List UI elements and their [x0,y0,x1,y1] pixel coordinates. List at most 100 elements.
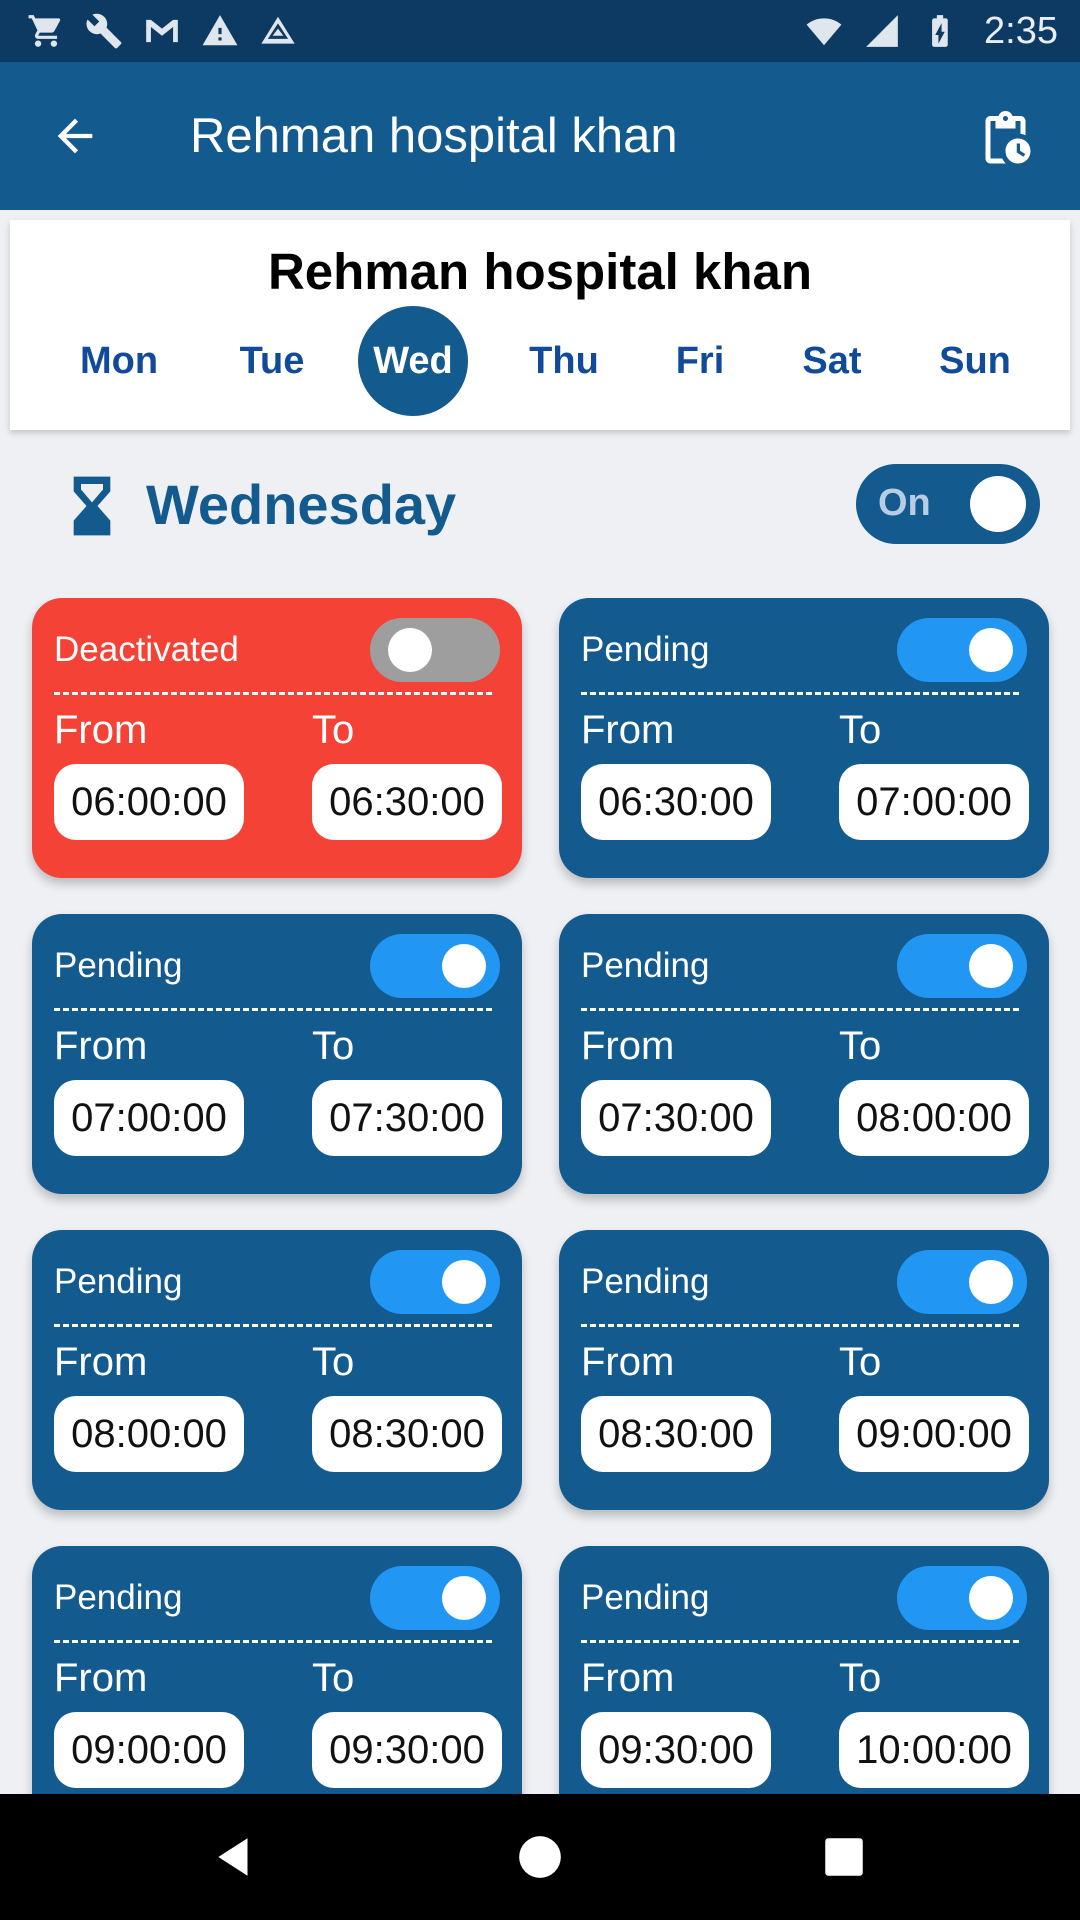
slot-status: Pending [581,630,710,669]
hourglass-icon [70,476,114,536]
time-slot-card[interactable]: Pending From To 08:00:00 08:30:00 [32,1230,522,1510]
to-time-field[interactable]: 07:30:00 [312,1080,502,1156]
slot-toggle[interactable] [370,1566,500,1630]
slot-toggle-knob [969,944,1013,988]
signal-icon [862,11,902,51]
status-right-icons: 2:35 [804,10,1058,53]
dashed-divider [581,1324,1019,1327]
from-time-field[interactable]: 06:30:00 [581,764,771,840]
tab-tue[interactable]: Tue [216,306,328,416]
day-toggle-label: On [878,482,931,524]
recents-square-icon [825,1838,863,1876]
to-time-field[interactable]: 09:30:00 [312,1712,502,1788]
nav-home-button[interactable] [510,1827,570,1887]
shopping-cart-icon [26,11,66,51]
gmail-icon [142,11,182,51]
slot-toggle[interactable] [897,1566,1027,1630]
to-label: To [839,1024,882,1068]
dashed-divider [54,1640,492,1643]
slot-toggle-knob [442,944,486,988]
back-triangle-icon [218,1838,248,1876]
slot-status: Pending [581,1578,710,1617]
slot-toggle-knob [388,628,432,672]
from-time-field[interactable]: 07:30:00 [581,1080,771,1156]
home-circle-icon [519,1836,561,1878]
clipboard-clock-icon [985,111,1031,164]
to-label: To [312,1656,355,1700]
to-time-field[interactable]: 08:30:00 [312,1396,502,1472]
tab-wed[interactable]: Wed [358,306,468,416]
time-slot-grid: Deactivated From To 06:00:00 06:30:00 Pe… [0,598,1080,1794]
slot-toggle[interactable] [897,1250,1027,1314]
day-toggle-knob [970,476,1026,532]
time-slot-card[interactable]: Deactivated From To 06:00:00 06:30:00 [32,598,522,878]
to-time-field[interactable]: 06:30:00 [312,764,502,840]
nav-recents-button[interactable] [814,1827,874,1887]
app-title: Rehman hospital khan [190,109,678,163]
day-selector-card: Rehman hospital khan Mon Tue Wed Thu Fri… [10,220,1070,430]
from-label: From [581,1656,675,1700]
from-label: From [581,1024,675,1068]
dashed-divider [54,692,492,695]
to-time-field[interactable]: 09:00:00 [839,1396,1029,1472]
system-nav-bar [0,1794,1080,1920]
to-time-field[interactable]: 07:00:00 [839,764,1029,840]
from-label: From [54,1340,148,1384]
slot-status: Deactivated [54,630,239,669]
slot-toggle[interactable] [897,618,1027,682]
from-label: From [54,1656,148,1700]
tab-sat[interactable]: Sat [776,306,888,416]
status-left-icons [26,11,298,51]
slot-status: Pending [581,1262,710,1301]
tab-fri[interactable]: Fri [644,306,756,416]
wifi-icon [804,11,844,51]
from-time-field[interactable]: 08:30:00 [581,1396,771,1472]
to-time-field[interactable]: 08:00:00 [839,1080,1029,1156]
time-slot-card[interactable]: Pending From To 07:00:00 07:30:00 [32,914,522,1194]
schedule-history-button[interactable] [948,62,1068,210]
from-time-field[interactable]: 06:00:00 [54,764,244,840]
time-slot-card[interactable]: Pending From To 06:30:00 07:00:00 [559,598,1049,878]
to-label: To [839,1340,882,1384]
tab-mon[interactable]: Mon [63,306,175,416]
from-time-field[interactable]: 07:00:00 [54,1080,244,1156]
to-time-field[interactable]: 10:00:00 [839,1712,1029,1788]
dashed-divider [581,692,1019,695]
slot-status: Pending [581,946,710,985]
dashed-divider [54,1008,492,1011]
nav-back-button[interactable] [205,1827,265,1887]
from-time-field[interactable]: 09:30:00 [581,1712,771,1788]
time-slot-card[interactable]: Pending From To 09:00:00 09:30:00 [32,1546,522,1794]
from-label: From [54,708,148,752]
hospital-name: Rehman hospital khan [267,243,813,300]
slot-toggle[interactable] [370,618,500,682]
slot-toggle-knob [442,1260,486,1304]
slot-toggle[interactable] [370,934,500,998]
from-label: From [581,1340,675,1384]
warning-icon [200,11,240,51]
from-label: From [54,1024,148,1068]
to-label: To [312,708,355,752]
slot-toggle-knob [969,628,1013,672]
from-time-field[interactable]: 09:00:00 [54,1712,244,1788]
time-slot-card[interactable]: Pending From To 07:30:00 08:00:00 [559,914,1049,1194]
tab-thu[interactable]: Thu [508,306,620,416]
delta-icon [258,11,298,51]
to-label: To [839,1656,882,1700]
slot-toggle[interactable] [897,934,1027,998]
day-toggle[interactable]: On [856,464,1040,544]
to-label: To [312,1024,355,1068]
back-button[interactable] [0,62,150,210]
to-label: To [312,1340,355,1384]
app-bar: Rehman hospital khan [0,62,1080,210]
time-slot-card[interactable]: Pending From To 09:30:00 10:00:00 [559,1546,1049,1794]
slot-status: Pending [54,946,183,985]
status-bar: 2:35 [0,0,1080,62]
slot-toggle[interactable] [370,1250,500,1314]
day-section-header: Wednesday On [0,460,1080,550]
time-slot-card[interactable]: Pending From To 08:30:00 09:00:00 [559,1230,1049,1510]
tab-sun[interactable]: Sun [919,306,1031,416]
wrench-icon [84,11,124,51]
slot-toggle-knob [969,1576,1013,1620]
from-time-field[interactable]: 08:00:00 [54,1396,244,1472]
